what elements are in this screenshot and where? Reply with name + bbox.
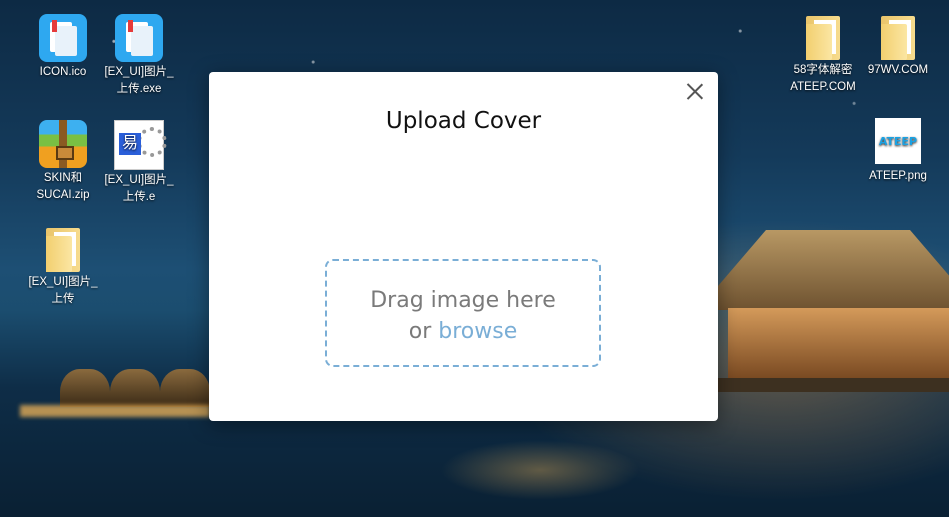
desktop-icon-label: ATEEP.png — [869, 170, 927, 182]
drop-instruction: Drag image here — [370, 288, 556, 313]
desktop-icon-label: [EX_UI]图片_上传.e — [104, 174, 174, 203]
desktop-icon-label: 97WV.COM — [867, 64, 929, 76]
desktop-icon-png[interactable]: ATEEP ATEEP.png — [853, 118, 943, 185]
folder-icon — [46, 228, 80, 272]
desktop-icon-label: [EX_UI]图片_上传.exe — [104, 66, 174, 95]
desktop-icon-folder-97wv[interactable]: 97WV.COM — [853, 16, 943, 79]
dialog-title: Upload Cover — [385, 108, 542, 134]
wallpaper-main-hut — [718, 230, 949, 380]
e-language-icon: 易 — [114, 120, 167, 170]
document-icon — [39, 14, 87, 62]
image-thumbnail-icon: ATEEP — [875, 118, 921, 164]
desktop-icon-folder-ui[interactable]: [EX_UI]图片_上传 — [18, 228, 108, 308]
wallpaper-pier — [700, 378, 949, 392]
or-text: or — [408, 319, 432, 344]
browse-link[interactable]: browse — [438, 319, 517, 344]
archive-icon — [39, 120, 87, 168]
wallpaper-reflection — [440, 440, 640, 500]
document-icon — [115, 14, 163, 62]
upload-cover-dialog: Upload Cover Drag image here or browse — [209, 72, 718, 421]
desktop-icon-exe[interactable]: [EX_UI]图片_上传.exe — [94, 14, 184, 98]
desktop-icon-label: [EX_UI]图片_上传 — [28, 276, 98, 305]
desktop-icon-e-source[interactable]: 易 [EX_UI]图片_上传.e — [94, 120, 184, 206]
image-dropzone[interactable]: Drag image here or browse — [325, 259, 601, 367]
close-icon[interactable] — [684, 80, 706, 102]
browse-line: or browse — [327, 316, 599, 347]
folder-icon — [881, 16, 915, 60]
folder-icon — [806, 16, 840, 60]
